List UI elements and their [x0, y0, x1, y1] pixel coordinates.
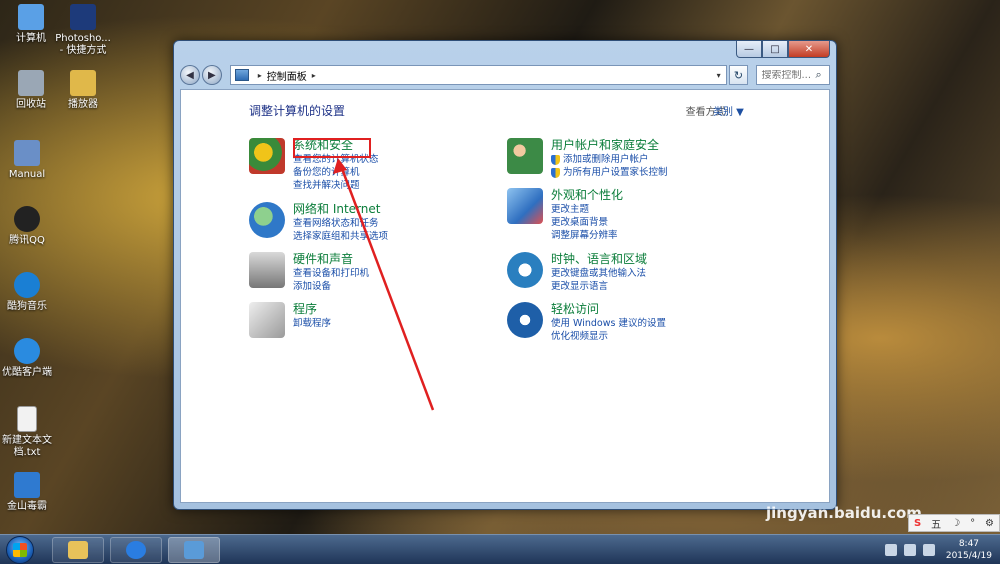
- maximize-button[interactable]: □: [762, 41, 788, 58]
- search-icon[interactable]: ⌕: [815, 68, 821, 82]
- annotation-arrow: [333, 158, 435, 411]
- taskbar-control-panel[interactable]: [168, 536, 220, 563]
- desktop-icon-label: 腾讯QQ: [9, 235, 45, 246]
- moon-icon[interactable]: ☽: [951, 518, 960, 529]
- taskbar-explorer[interactable]: [52, 536, 104, 563]
- clock-time: 8:47: [958, 538, 980, 549]
- desktop-icon-manual[interactable]: Manual: [0, 140, 58, 181]
- desktop-icon-label: 优酷客户端: [2, 367, 52, 378]
- desktop-icon-youku[interactable]: 优酷客户端: [0, 338, 58, 379]
- sogou-browser-icon: [126, 540, 146, 559]
- taskbar-sogou[interactable]: [110, 536, 162, 563]
- forward-button[interactable]: ▶: [201, 65, 222, 85]
- volume-icon[interactable]: [922, 543, 935, 556]
- taskbar: 8:47 2015/4/19: [0, 534, 1000, 564]
- control-panel-icon: [184, 540, 204, 559]
- control-panel-icon: [234, 69, 249, 81]
- manual-icon: [14, 140, 40, 166]
- desktop-icon-photoshop[interactable]: Photosho... - 快捷方式: [52, 4, 114, 57]
- show-hidden-icons-icon[interactable]: [884, 543, 897, 556]
- computer-icon: [18, 4, 44, 30]
- ime-toolbar: S 五 ☽ ° ⚙: [908, 514, 1000, 532]
- breadcrumb-control-panel[interactable]: 控制面板: [267, 68, 307, 83]
- system-tray: 8:47 2015/4/19: [884, 538, 1000, 562]
- kugou-icon: [14, 272, 40, 298]
- address-bar[interactable]: ▸ 控制面板 ▸ ▾: [229, 65, 727, 85]
- youku-icon: [14, 338, 40, 364]
- control-panel-window: — □ ✕ ◀ ▶ ▸ 控制面板 ▸ ▾ ↻ ⌕ 调整计算机的设置 查看方式: …: [173, 40, 837, 510]
- sogou-icon[interactable]: S: [914, 518, 921, 529]
- window-controls: — □ ✕: [736, 41, 830, 58]
- search-box[interactable]: ⌕: [756, 65, 831, 85]
- punctuation-icon[interactable]: °: [970, 518, 975, 529]
- desktop-icon-duba[interactable]: 金山毒霸: [0, 472, 58, 513]
- qq-penguin-icon: [14, 206, 40, 232]
- network-icon[interactable]: [903, 543, 916, 556]
- start-button[interactable]: [6, 535, 34, 564]
- refresh-button[interactable]: ↻: [728, 65, 749, 85]
- folder-icon: [68, 540, 88, 559]
- desktop-icon-qq[interactable]: 腾讯QQ: [0, 206, 58, 247]
- desktop-icon-label: 金山毒霸: [7, 501, 47, 512]
- desktop-icon-label: Photosho... - 快捷方式: [55, 33, 111, 56]
- desktop-icon-label: Manual: [8, 169, 46, 180]
- folder-icon: [70, 70, 96, 96]
- desktop-icon-label: 新建文本文档.txt: [2, 435, 52, 458]
- recycle-bin-icon: [18, 70, 44, 96]
- desktop-icon-text-file[interactable]: 新建文本文档.txt: [0, 406, 58, 459]
- watermark-url: jingyan.baidu.com: [766, 504, 922, 522]
- desktop-icon-label: 酷狗音乐: [7, 301, 47, 312]
- desktop-icon-label: 播放器: [68, 99, 98, 110]
- windows-logo-icon: [13, 542, 27, 557]
- desktop-icon-player[interactable]: 播放器: [52, 70, 114, 111]
- clock-date: 2015/4/19: [945, 550, 992, 561]
- duba-icon: [14, 472, 40, 498]
- back-button[interactable]: ◀: [180, 65, 200, 85]
- search-input[interactable]: [761, 69, 816, 81]
- gear-icon[interactable]: ⚙: [985, 518, 994, 529]
- minimize-button[interactable]: —: [736, 41, 762, 58]
- close-button[interactable]: ✕: [788, 41, 830, 58]
- text-file-icon: [17, 406, 37, 432]
- ime-mode[interactable]: 五: [931, 516, 941, 531]
- navigation-bar: ◀ ▶ ▸ 控制面板 ▸ ▾ ↻ ⌕: [180, 63, 831, 87]
- clock[interactable]: 8:47 2015/4/19: [946, 538, 992, 562]
- photoshop-icon: [70, 4, 96, 30]
- breadcrumb-separator-icon: ▸: [257, 70, 262, 80]
- breadcrumb-separator-icon[interactable]: ▸: [312, 71, 316, 80]
- address-dropdown-icon[interactable]: ▾: [712, 71, 726, 80]
- content-area: 调整计算机的设置 查看方式: 类别 ▼ 系统和安全 查看您的计算机状态 备份您的…: [180, 89, 830, 503]
- desktop-icon-kugou[interactable]: 酷狗音乐: [0, 272, 58, 313]
